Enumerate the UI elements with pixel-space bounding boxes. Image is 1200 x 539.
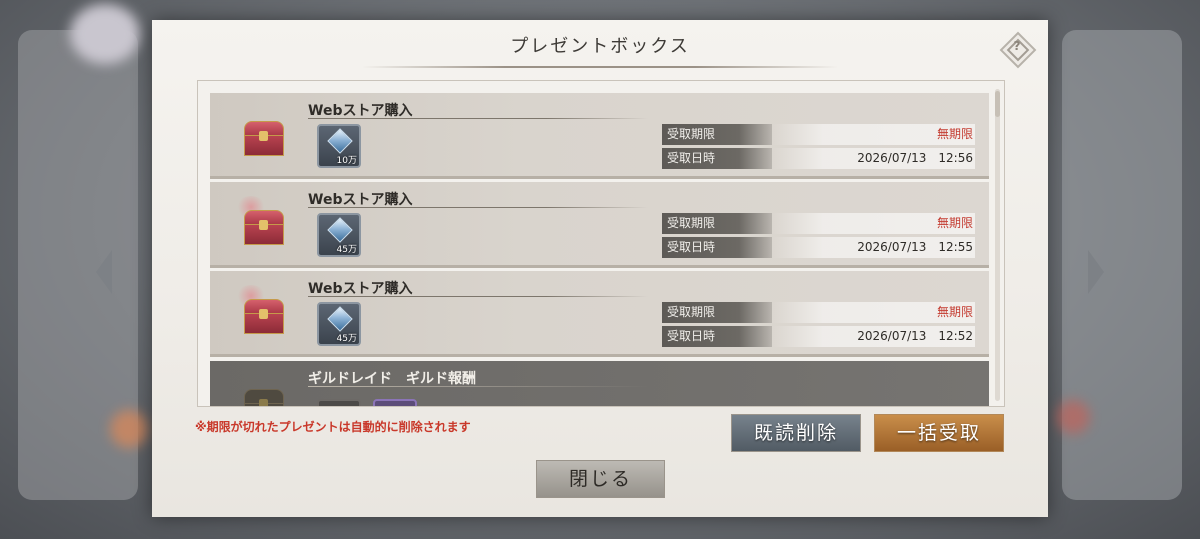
received-value: 2026/07/13 12:52: [772, 326, 975, 347]
present-item-title: Webストア購入: [308, 192, 413, 208]
background-menu-icon: [1056, 400, 1090, 434]
scrollbar-thumb[interactable]: [995, 91, 1000, 117]
present-item[interactable]: Webストア購入 45万 受取期限 無期限 受取日時 2026/07/13 12…: [210, 271, 989, 357]
received-label: 受取日時: [662, 148, 772, 169]
present-item[interactable]: Webストア購入 45万 受取期限 無期限 受取日時 2026/07/13 12…: [210, 182, 989, 268]
present-item-info: 受取期限 無期限 受取日時 2026/07/13 12:52: [662, 302, 975, 350]
present-item-divider: [308, 386, 648, 387]
expiry-value: 無期限: [772, 124, 975, 145]
present-item-info: 受取期限 無期限 受取日時 2026/07/13 12:55: [662, 213, 975, 261]
reward-item-icon[interactable]: [373, 399, 417, 406]
received-value: 2026/07/13 12:55: [772, 237, 975, 258]
present-item-info: 受取期限 無期限 受取日時 2026/07/13 12:56: [662, 124, 975, 172]
crystal-gem-icon: [327, 306, 353, 332]
received-value: 2026/07/13 12:56: [772, 148, 975, 169]
reward-crystal-icon[interactable]: 45万: [317, 213, 361, 257]
background-right-arrow-icon: [1088, 250, 1104, 294]
expiry-notice: ※期限が切れたプレゼントは自動的に削除されます: [195, 420, 471, 434]
expiry-value: 無期限: [772, 213, 975, 234]
reward-crystal-icon[interactable]: 10万: [317, 124, 361, 168]
reward-quantity: 45万: [336, 334, 357, 344]
reward-quantity: 45万: [336, 245, 357, 255]
close-button[interactable]: 閉じる: [536, 460, 665, 498]
background-avatar: [70, 4, 140, 64]
crystal-gem-icon: [327, 217, 353, 243]
question-mark-icon: ?: [1013, 39, 1021, 53]
present-box-dialog: プレゼントボックス ? Webストア購入 10万 受取期限 無期限 受取日時 2…: [152, 20, 1048, 517]
help-button[interactable]: ?: [999, 31, 1037, 69]
present-item-divider: [308, 207, 648, 208]
crystal-gem-icon: [327, 128, 353, 154]
treasure-chest-icon: [244, 389, 284, 406]
title-divider: [362, 66, 838, 68]
treasure-chest-icon: [236, 196, 284, 245]
reward-crystal-icon[interactable]: 45万: [317, 302, 361, 346]
received-label: 受取日時: [662, 326, 772, 347]
present-item[interactable]: Webストア購入 10万 受取期限 無期限 受取日時 2026/07/13 12…: [210, 93, 989, 179]
treasure-chest-icon: [236, 285, 284, 334]
received-label: 受取日時: [662, 237, 772, 258]
present-item-title: ギルドレイド ギルド報酬: [308, 371, 476, 387]
present-item[interactable]: ギルドレイド ギルド報酬: [210, 361, 989, 406]
list-scrollbar[interactable]: [995, 89, 1000, 401]
expiry-value: 無期限: [772, 302, 975, 323]
expiry-label: 受取期限: [662, 213, 772, 234]
dialog-title: プレゼントボックス: [510, 36, 690, 57]
present-item-title: Webストア購入: [308, 103, 413, 119]
claim-all-button[interactable]: 一括受取: [874, 414, 1004, 452]
expiry-label: 受取期限: [662, 124, 772, 145]
reward-quantity: 10万: [336, 156, 357, 166]
background-left-arrow-icon: [96, 250, 112, 294]
present-item-title: Webストア購入: [308, 281, 413, 297]
treasure-chest-icon: [244, 121, 284, 156]
background-menu-icon: [110, 410, 148, 448]
present-list[interactable]: Webストア購入 10万 受取期限 無期限 受取日時 2026/07/13 12…: [197, 80, 1005, 407]
reward-item-icon[interactable]: [317, 399, 361, 406]
present-item-divider: [308, 296, 648, 297]
present-item-divider: [308, 118, 648, 119]
expiry-label: 受取期限: [662, 302, 772, 323]
delete-read-button[interactable]: 既読削除: [731, 414, 861, 452]
